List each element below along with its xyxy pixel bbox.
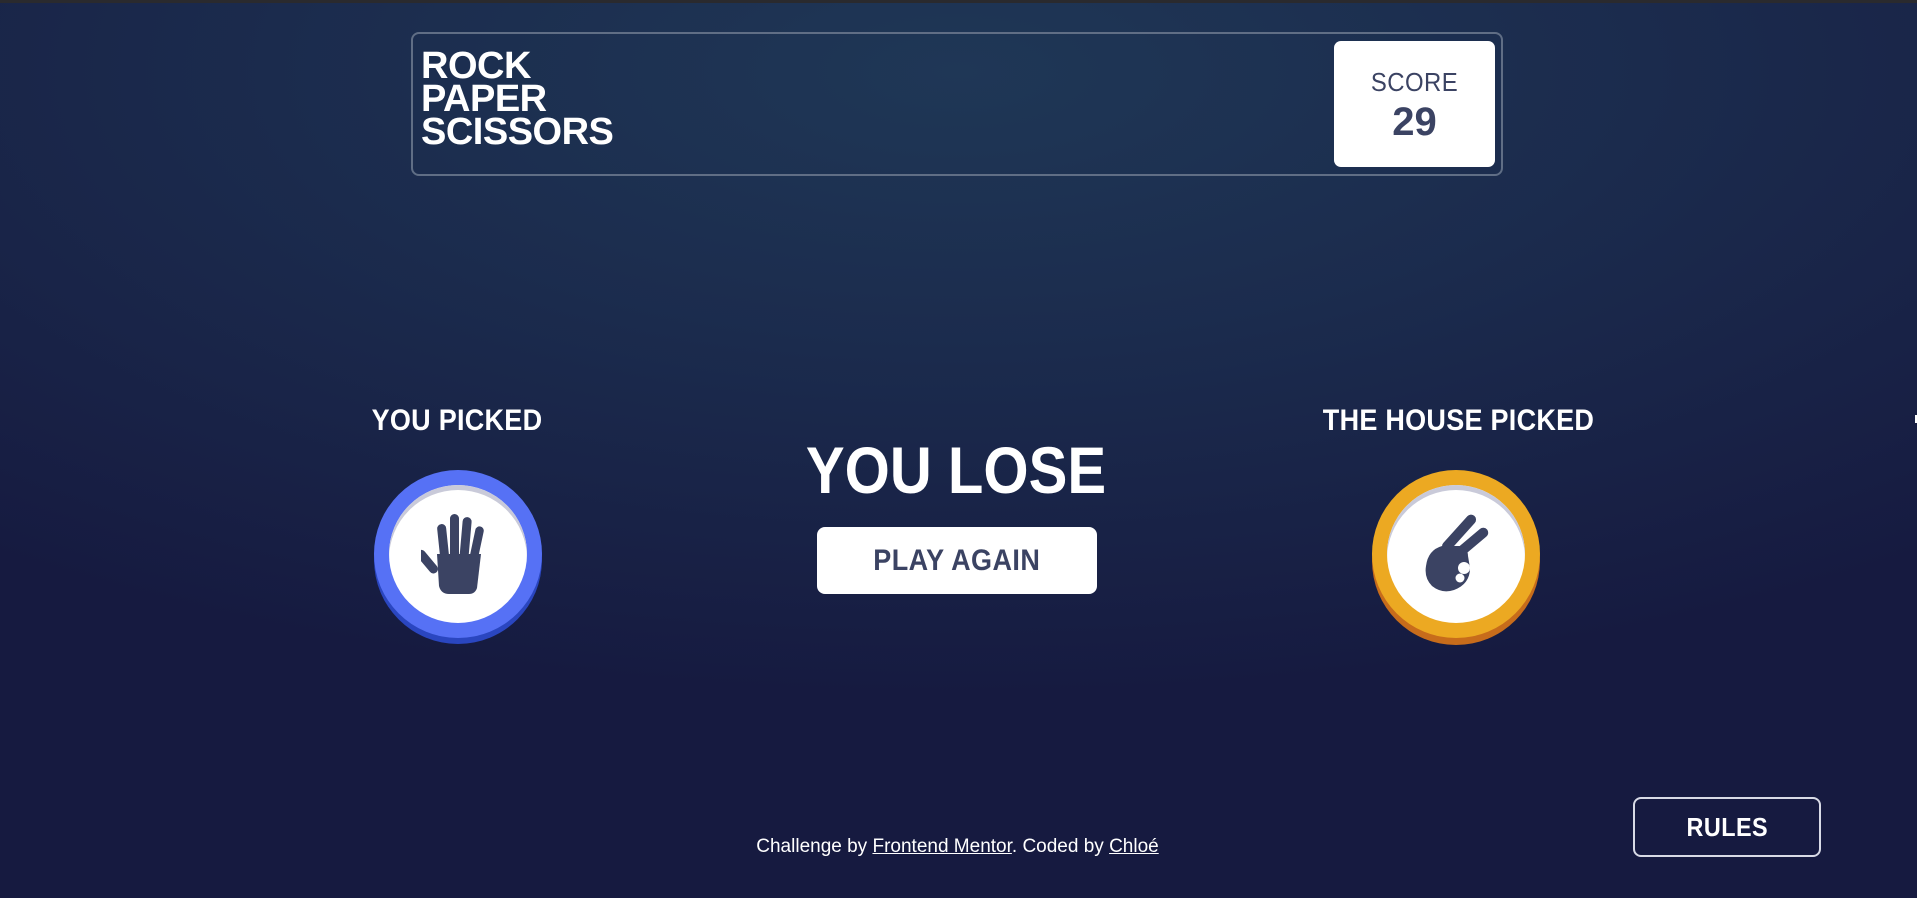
player-choice-paper xyxy=(374,470,542,638)
attribution-middle: . Coded by xyxy=(1011,836,1110,857)
score-value: 29 xyxy=(1392,100,1437,144)
play-again-button[interactable]: PLAY AGAIN xyxy=(817,527,1097,594)
frontend-mentor-link[interactable]: Frontend Mentor xyxy=(872,836,1011,857)
game-logo: ROCK PAPER SCISSORS xyxy=(421,47,614,153)
rules-button[interactable]: RULES xyxy=(1633,797,1821,857)
scoreboard-header: ROCK PAPER SCISSORS SCORE 29 xyxy=(411,32,1503,176)
you-picked-label: YOU PICKED xyxy=(371,404,543,437)
house-picked-label: THE HOUSE PICKED xyxy=(1322,404,1595,437)
paper-hand-icon xyxy=(416,510,495,599)
logo-line-scissors: SCISSORS xyxy=(421,111,614,153)
attribution-prefix: Challenge by xyxy=(756,836,873,857)
rules-label: RULES xyxy=(1686,811,1768,842)
score-box: SCORE 29 xyxy=(1334,41,1495,167)
play-again-label: PLAY AGAIN xyxy=(873,543,1041,577)
score-label: SCORE xyxy=(1370,67,1459,97)
house-choice-scissors xyxy=(1372,470,1540,638)
scissors-hand-icon xyxy=(1418,512,1494,597)
chip-face xyxy=(389,485,527,623)
author-link[interactable]: Chloé xyxy=(1109,836,1159,857)
window-top-border xyxy=(0,0,1917,3)
chip-face xyxy=(1387,485,1525,623)
result-text: YOU LOSE xyxy=(805,433,1107,507)
attribution-footer: Challenge by Frontend Mentor. Coded by C… xyxy=(700,836,1215,858)
